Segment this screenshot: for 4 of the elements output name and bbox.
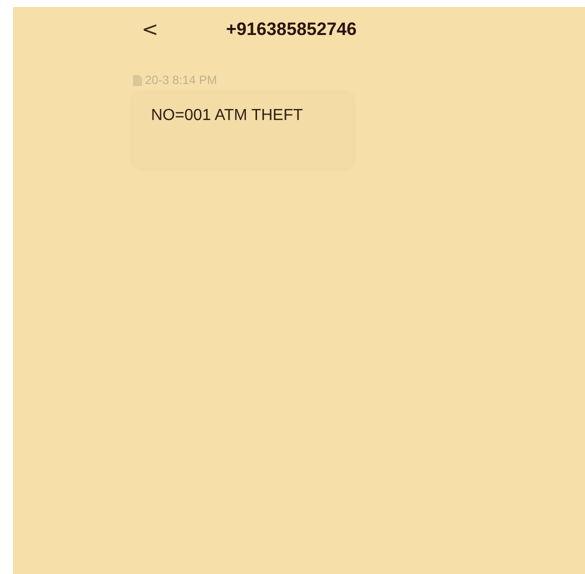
contact-title: +916385852746 xyxy=(226,18,357,40)
message-bubble: NO=001 ATM THEFT xyxy=(133,93,353,168)
back-button[interactable]: < xyxy=(140,17,160,41)
sim-card-icon xyxy=(133,74,142,86)
